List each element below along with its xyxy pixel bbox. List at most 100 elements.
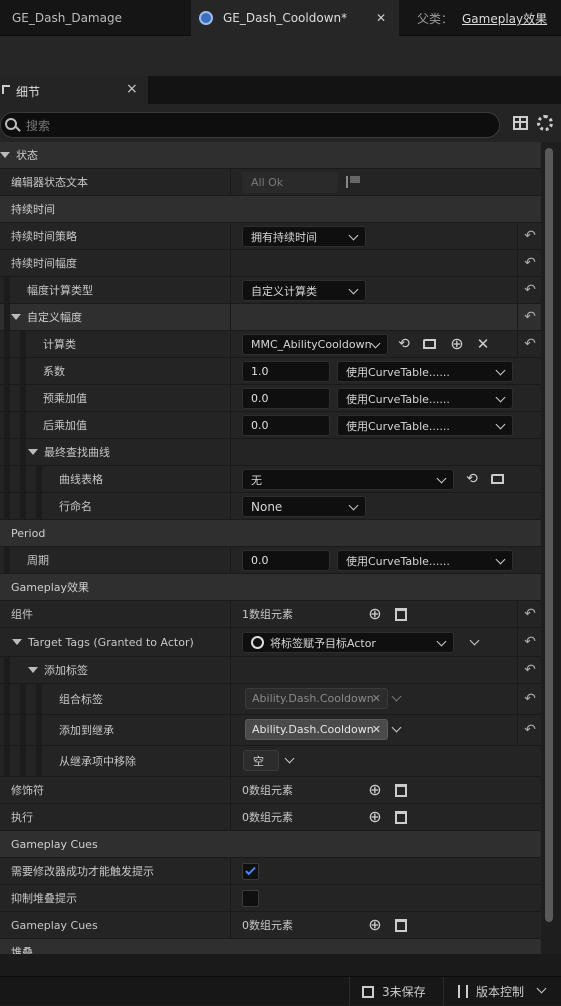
panel-tab-row: 细节 × [0, 76, 561, 104]
add-icon[interactable]: ⊕ [449, 336, 465, 352]
chevron-down-icon[interactable] [391, 722, 402, 733]
details-panel-tab[interactable]: 细节 × [0, 76, 148, 104]
indent-guide [4, 277, 10, 303]
category-stacking[interactable]: 堆叠 [0, 939, 541, 954]
add-element-icon[interactable]: ⊕ [367, 809, 383, 825]
property-row: 编辑器状态文本 All Ok [0, 169, 541, 195]
category-period[interactable]: Period [0, 520, 541, 546]
document-tab-bar: GE_Dash_Damage GE_Dash_Cooldown* ✕ 父类： G… [0, 0, 561, 36]
expand-chevron-icon[interactable] [469, 635, 480, 646]
trash-icon[interactable] [393, 809, 409, 825]
coefficient-input[interactable]: 1.0 [242, 361, 330, 382]
version-control-button[interactable]: 版本控制 [443, 977, 561, 1006]
group-header: 自定义幅度 [11, 304, 82, 330]
search-row: 搜索 [0, 104, 561, 142]
column-divider [517, 250, 518, 276]
scrollbar-thumb[interactable] [545, 148, 553, 922]
indent-guide [20, 684, 26, 714]
clear-icon[interactable]: ✕ [475, 336, 491, 352]
magnitude-calc-type-dropdown[interactable]: 自定义计算类 [242, 280, 366, 301]
reset-to-default-icon[interactable]: ↶ [521, 633, 539, 651]
column-divider [230, 358, 231, 384]
reset-to-default-icon[interactable]: ↶ [521, 335, 539, 353]
use-selected-icon[interactable]: ⟲ [396, 336, 412, 352]
column-divider [230, 223, 231, 249]
curve-table-dropdown[interactable]: 无 [242, 469, 454, 490]
reset-to-default-icon[interactable]: ↶ [521, 690, 539, 708]
dropdown-value: 使用CurveTable...... [346, 392, 450, 406]
row-name-dropdown[interactable]: None [242, 496, 366, 517]
tag-label: Ability.Dash.Cooldown [252, 692, 374, 705]
group-header: Target Tags (Granted to Actor) [12, 628, 194, 656]
table-view-icon[interactable] [513, 116, 528, 130]
browse-folder-icon[interactable] [422, 336, 438, 352]
trash-icon[interactable] [393, 917, 409, 933]
period-curve-dropdown[interactable]: 使用CurveTable...... [337, 550, 513, 571]
chevron-down-icon [495, 392, 506, 403]
close-icon[interactable]: ✕ [376, 11, 386, 25]
property-row: 曲线表格 无 ⟲ [0, 466, 541, 492]
category-duration[interactable]: 持续时间 [0, 196, 541, 222]
browse-folder-icon[interactable] [490, 471, 506, 487]
group-label: Target Tags (Granted to Actor) [28, 635, 194, 649]
duration-policy-dropdown[interactable]: 拥有持续时间 [242, 226, 366, 247]
property-label: 编辑器状态文本 [11, 176, 88, 189]
category-gameplay-effect[interactable]: Gameplay效果 [0, 574, 541, 600]
remove-tag-icon[interactable]: ✕ [372, 723, 381, 736]
property-label: 组件 [11, 608, 33, 621]
reset-to-default-icon[interactable]: ↶ [521, 721, 539, 739]
reset-to-default-icon[interactable]: ↶ [521, 605, 539, 623]
reset-to-default-icon[interactable]: ↶ [521, 661, 539, 679]
use-selected-icon[interactable]: ⟲ [464, 471, 480, 487]
close-icon[interactable]: × [126, 81, 138, 97]
reset-to-default-icon[interactable]: ↶ [521, 254, 539, 272]
category-status[interactable]: 状态 [0, 142, 541, 168]
coefficient-curve-dropdown[interactable]: 使用CurveTable...... [337, 361, 513, 382]
property-row: 系数 1.0 使用CurveTable...... [0, 358, 541, 384]
reset-to-default-icon[interactable]: ↶ [521, 308, 539, 326]
target-tags-class-dropdown[interactable]: 将标签赋予目标Actor [242, 632, 454, 653]
vertical-scrollbar[interactable] [541, 142, 561, 954]
post-multiply-add-input[interactable]: 0.0 [242, 415, 330, 436]
search-input[interactable]: 搜索 [0, 112, 500, 138]
group-add-tags[interactable]: 添加标签 ↶ [0, 657, 541, 683]
chevron-down-icon[interactable] [284, 753, 295, 764]
parent-class-link[interactable]: Gameplay效果 [462, 10, 547, 27]
period-input[interactable]: 0.0 [242, 550, 330, 571]
indent-guide [20, 412, 26, 438]
inherited-tag-chip[interactable]: Ability.Dash.Cooldown ✕ [245, 719, 388, 740]
category-gameplay-cues[interactable]: Gameplay Cues [0, 831, 541, 857]
property-label: 幅度计算类型 [27, 284, 93, 297]
gear-icon[interactable] [537, 115, 553, 131]
trash-icon[interactable] [393, 782, 409, 798]
property-row: 执行 0数组元素 ⊕ [0, 804, 541, 830]
reset-to-default-icon[interactable]: ↶ [521, 281, 539, 299]
group-custom-magnitude[interactable]: 自定义幅度 ↶ [0, 304, 541, 330]
group-final-lookup-curve[interactable]: 最终查找曲线 [0, 439, 541, 465]
suppress-stacking-checkbox[interactable] [242, 890, 259, 907]
add-element-icon[interactable]: ⊕ [367, 917, 383, 933]
reset-to-default-icon[interactable]: ↶ [521, 227, 539, 245]
trash-icon[interactable] [393, 606, 409, 622]
calculation-class-dropdown[interactable]: MMC_AbilityCooldown [242, 334, 388, 355]
add-element-icon[interactable]: ⊕ [367, 606, 383, 622]
property-label: 从继承项中移除 [59, 755, 136, 768]
tab-ge-dash-damage[interactable]: GE_Dash_Damage [0, 0, 190, 36]
pre-multiply-curve-dropdown[interactable]: 使用CurveTable...... [337, 388, 513, 409]
add-element-icon[interactable]: ⊕ [367, 782, 383, 798]
property-row: 后乘加值 0.0 使用CurveTable...... [0, 412, 541, 438]
require-modifier-success-checkbox[interactable] [242, 863, 259, 880]
unsaved-button[interactable]: 3未保存 [349, 977, 441, 1006]
column-divider [517, 657, 518, 683]
folder-shape [423, 339, 436, 349]
dropdown-value: 将标签赋予目标Actor [270, 636, 376, 650]
post-multiply-curve-dropdown[interactable]: 使用CurveTable...... [337, 415, 513, 436]
tab-ge-dash-cooldown[interactable]: GE_Dash_Cooldown* ✕ [191, 0, 399, 36]
folder-shape [491, 474, 504, 484]
pre-multiply-add-input[interactable]: 0.0 [242, 388, 330, 409]
details-list: 状态 编辑器状态文本 All Ok 持续时间 持续时间策略 拥有持续时间 ↶ 持… [0, 142, 541, 954]
indent-guide [36, 684, 42, 714]
chevron-down-icon [436, 636, 447, 647]
group-target-tags[interactable]: Target Tags (Granted to Actor) 将标签赋予目标Ac… [0, 628, 541, 656]
empty-tag-chip: 空 [243, 750, 279, 771]
